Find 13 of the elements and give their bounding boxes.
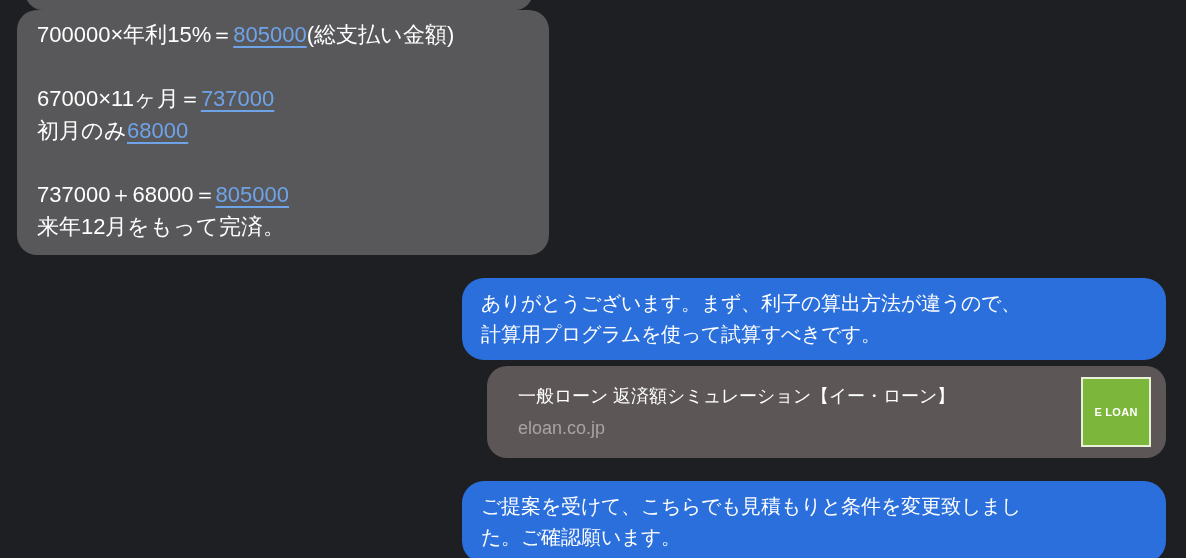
message-text: 67000×11ヶ月＝737000 初月のみ68000 [37,85,276,145]
message-text: ありがとうございます。まず、利子の算出方法が違うので、 計算用プログラムを使って試算すべきです。 [481,291,1022,347]
number-link[interactable]: 737000 [200,86,275,111]
preview-title: 一般ローン 返済額シミュレーション【イー・ローン】 [518,385,955,408]
number-link[interactable]: 68000 [127,118,189,143]
site-logo: E LOAN [1081,377,1151,447]
number-link[interactable]: 805000 [215,182,289,207]
message-text: 737000＋68000＝805000 来年12月をもって完済。 [37,181,290,241]
message-text: 700000×年利15%＝805000(総支払い金額) [37,21,456,49]
number-link[interactable]: 805000 [233,22,307,47]
preview-domain: eloan.co.jp [518,417,607,440]
link-preview[interactable]: 一般ローン 返済額シミュレーション【イー・ローン】 eloan.co.jp E LOAN [487,366,1166,458]
message-text: ご提案を受けて、こちらでも見積もりと条件を変更致しまし た。ご確認願います。 [481,494,1022,550]
